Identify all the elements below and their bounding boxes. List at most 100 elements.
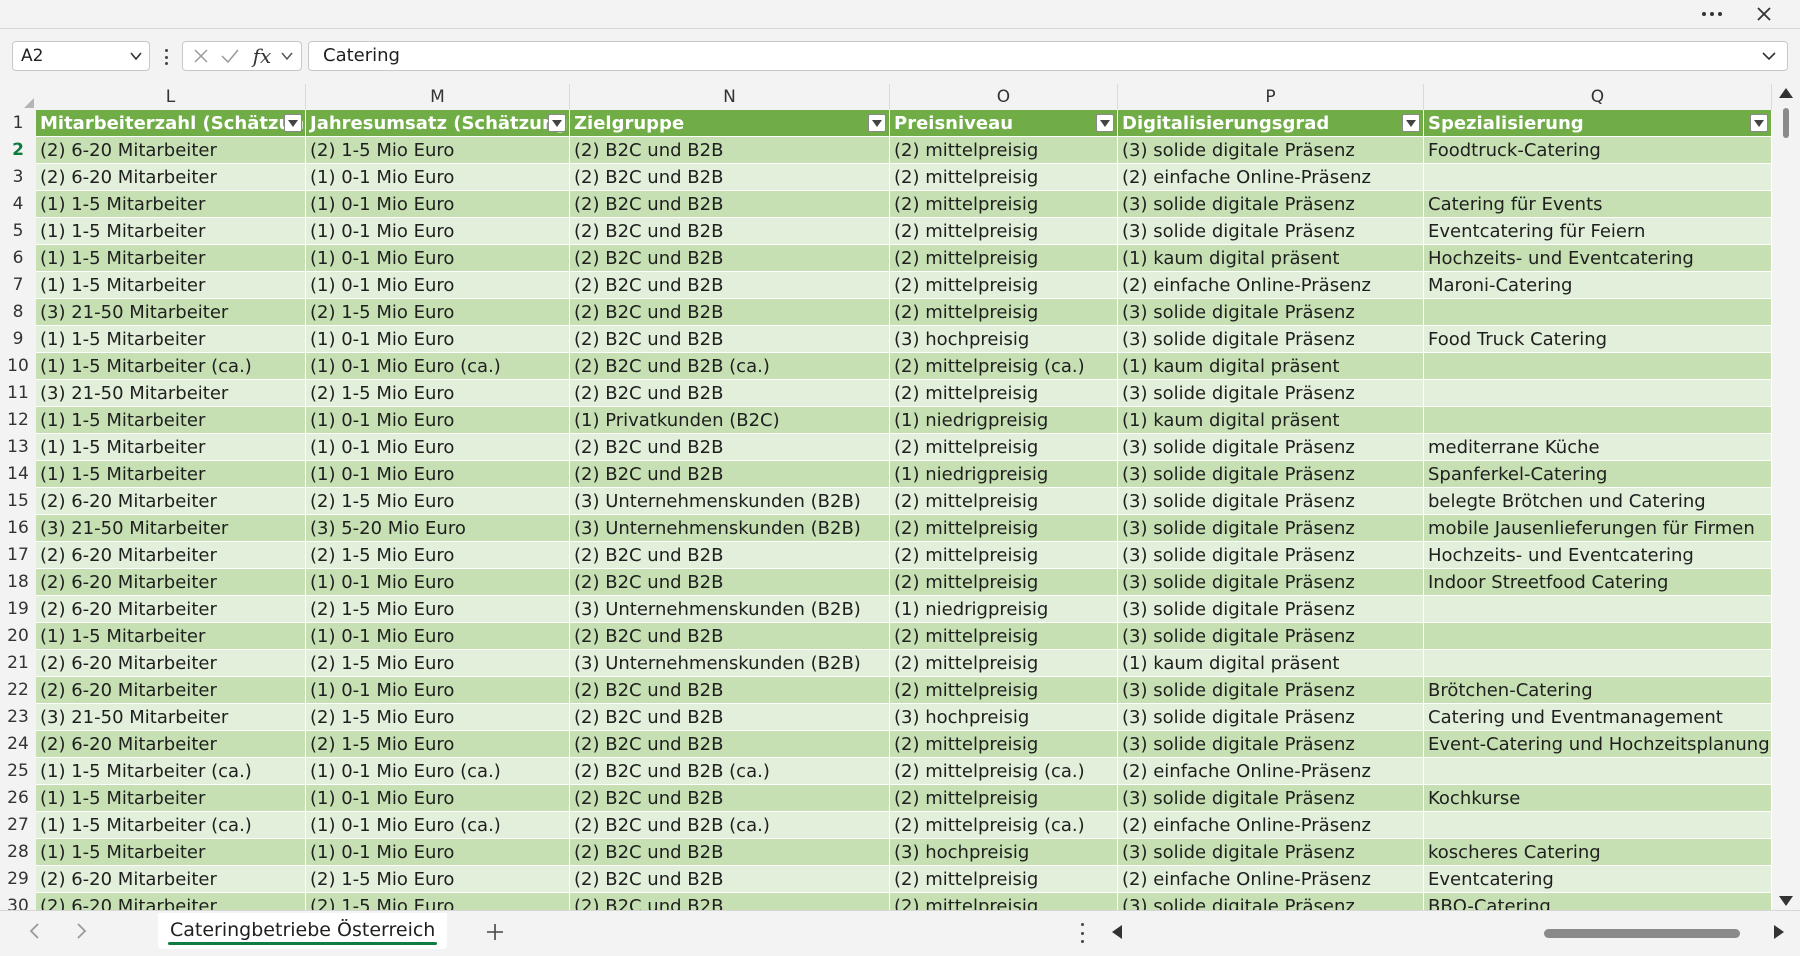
- table-cell[interactable]: (3) Unternehmenskunden (B2B): [570, 515, 890, 542]
- filter-dropdown-icon[interactable]: [548, 114, 566, 132]
- table-cell[interactable]: (2) 6-20 Mitarbeiter: [36, 731, 306, 758]
- table-cell[interactable]: (1) kaum digital präsent: [1118, 407, 1424, 434]
- row-number[interactable]: 30: [0, 893, 36, 910]
- formula-input[interactable]: Catering: [308, 41, 1788, 71]
- row-number[interactable]: 24: [0, 731, 36, 758]
- table-cell[interactable]: (2) 6-20 Mitarbeiter: [36, 677, 306, 704]
- table-cell[interactable]: (2) B2C und B2B: [570, 461, 890, 488]
- table-cell[interactable]: [1424, 650, 1772, 677]
- table-cell[interactable]: (2) 1-5 Mio Euro: [306, 893, 570, 910]
- table-cell[interactable]: (2) 1-5 Mio Euro: [306, 650, 570, 677]
- table-cell[interactable]: (3) 21-50 Mitarbeiter: [36, 299, 306, 326]
- table-cell[interactable]: (3) Unternehmenskunden (B2B): [570, 650, 890, 677]
- table-cell[interactable]: (3) solide digitale Präsenz: [1118, 569, 1424, 596]
- table-cell[interactable]: (3) solide digitale Präsenz: [1118, 623, 1424, 650]
- row-number[interactable]: 23: [0, 704, 36, 731]
- sheet-tab-active[interactable]: Cateringbetriebe Österreich: [158, 913, 448, 949]
- table-cell[interactable]: (3) 21-50 Mitarbeiter: [36, 515, 306, 542]
- table-cell[interactable]: (1) 1-5 Mitarbeiter: [36, 272, 306, 299]
- table-cell[interactable]: (1) 1-5 Mitarbeiter: [36, 245, 306, 272]
- header-cell[interactable]: Preisniveau: [890, 110, 1118, 137]
- table-cell[interactable]: (2) B2C und B2B: [570, 245, 890, 272]
- table-cell[interactable]: (2) 1-5 Mio Euro: [306, 596, 570, 623]
- ellipsis-icon[interactable]: [1692, 0, 1732, 28]
- row-number[interactable]: 18: [0, 569, 36, 596]
- table-cell[interactable]: (1) 0-1 Mio Euro: [306, 461, 570, 488]
- table-cell[interactable]: (2) mittelpreisig: [890, 245, 1118, 272]
- table-cell[interactable]: (2) mittelpreisig: [890, 731, 1118, 758]
- column-header-L[interactable]: L: [36, 84, 306, 110]
- row-number[interactable]: 11: [0, 380, 36, 407]
- table-cell[interactable]: (3) solide digitale Präsenz: [1118, 218, 1424, 245]
- filter-dropdown-icon[interactable]: [1402, 114, 1420, 132]
- table-cell[interactable]: (2) mittelpreisig (ca.): [890, 758, 1118, 785]
- table-cell[interactable]: (3) solide digitale Präsenz: [1118, 893, 1424, 910]
- select-all-corner[interactable]: [0, 84, 36, 110]
- row-number[interactable]: 22: [0, 677, 36, 704]
- chevron-right-icon[interactable]: [76, 921, 88, 946]
- table-cell[interactable]: (3) 21-50 Mitarbeiter: [36, 704, 306, 731]
- table-cell[interactable]: (2) B2C und B2B: [570, 326, 890, 353]
- table-cell[interactable]: (1) 0-1 Mio Euro: [306, 272, 570, 299]
- row-number[interactable]: 8: [0, 299, 36, 326]
- close-icon[interactable]: [1744, 0, 1784, 28]
- table-cell[interactable]: (2) mittelpreisig: [890, 434, 1118, 461]
- table-cell[interactable]: belegte Brötchen und Catering: [1424, 488, 1772, 515]
- header-cell[interactable]: Digitalisierungsgrad: [1118, 110, 1424, 137]
- table-cell[interactable]: (2) 1-5 Mio Euro: [306, 866, 570, 893]
- table-cell[interactable]: mediterrane Küche: [1424, 434, 1772, 461]
- table-cell[interactable]: (2) 1-5 Mio Euro: [306, 299, 570, 326]
- table-cell[interactable]: (1) 0-1 Mio Euro: [306, 434, 570, 461]
- scroll-up-icon[interactable]: [1779, 88, 1793, 98]
- table-cell[interactable]: [1424, 353, 1772, 380]
- table-cell[interactable]: (1) niedrigpreisig: [890, 407, 1118, 434]
- table-cell[interactable]: [1424, 299, 1772, 326]
- table-cell[interactable]: (2) B2C und B2B (ca.): [570, 812, 890, 839]
- table-cell[interactable]: (2) 1-5 Mio Euro: [306, 380, 570, 407]
- table-cell[interactable]: (2) einfache Online-Präsenz: [1118, 272, 1424, 299]
- table-cell[interactable]: (2) mittelpreisig: [890, 785, 1118, 812]
- table-cell[interactable]: [1424, 596, 1772, 623]
- row-number[interactable]: 26: [0, 785, 36, 812]
- table-cell[interactable]: (2) 6-20 Mitarbeiter: [36, 164, 306, 191]
- name-box[interactable]: A2: [12, 41, 150, 71]
- table-cell[interactable]: (2) B2C und B2B: [570, 299, 890, 326]
- scroll-down-icon[interactable]: [1779, 896, 1793, 906]
- row-number[interactable]: 28: [0, 839, 36, 866]
- table-cell[interactable]: (2) B2C und B2B: [570, 542, 890, 569]
- table-cell[interactable]: Hochzeits- und Eventcatering: [1424, 542, 1772, 569]
- table-cell[interactable]: (1) 0-1 Mio Euro (ca.): [306, 758, 570, 785]
- row-number[interactable]: 7: [0, 272, 36, 299]
- table-cell[interactable]: (1) 0-1 Mio Euro: [306, 218, 570, 245]
- column-header-M[interactable]: M: [306, 84, 570, 110]
- insert-function-icon[interactable]: fx: [249, 42, 275, 70]
- table-cell[interactable]: (2) mittelpreisig: [890, 191, 1118, 218]
- table-cell[interactable]: Catering für Events: [1424, 191, 1772, 218]
- table-cell[interactable]: (1) kaum digital präsent: [1118, 245, 1424, 272]
- table-cell[interactable]: (2) 6-20 Mitarbeiter: [36, 893, 306, 910]
- table-cell[interactable]: (3) solide digitale Präsenz: [1118, 137, 1424, 164]
- table-cell[interactable]: (1) 0-1 Mio Euro: [306, 407, 570, 434]
- row-number[interactable]: 12: [0, 407, 36, 434]
- table-cell[interactable]: (3) solide digitale Präsenz: [1118, 542, 1424, 569]
- table-cell[interactable]: Hochzeits- und Eventcatering: [1424, 245, 1772, 272]
- table-cell[interactable]: (1) 1-5 Mitarbeiter (ca.): [36, 812, 306, 839]
- table-cell[interactable]: [1424, 758, 1772, 785]
- table-cell[interactable]: (2) 1-5 Mio Euro: [306, 137, 570, 164]
- enter-check-icon[interactable]: [219, 42, 241, 70]
- table-cell[interactable]: Event-Catering und Hochzeitsplanung: [1424, 731, 1772, 758]
- row-number[interactable]: 25: [0, 758, 36, 785]
- table-cell[interactable]: koscheres Catering: [1424, 839, 1772, 866]
- table-cell[interactable]: (2) mittelpreisig (ca.): [890, 353, 1118, 380]
- table-cell[interactable]: (2) mittelpreisig: [890, 272, 1118, 299]
- table-cell[interactable]: Catering und Eventmanagement: [1424, 704, 1772, 731]
- table-cell[interactable]: (1) 0-1 Mio Euro: [306, 164, 570, 191]
- filter-dropdown-icon[interactable]: [284, 114, 302, 132]
- row-number[interactable]: 14: [0, 461, 36, 488]
- horizontal-scroll-thumb[interactable]: [1544, 929, 1740, 938]
- row-number[interactable]: 17: [0, 542, 36, 569]
- table-cell[interactable]: (3) 21-50 Mitarbeiter: [36, 380, 306, 407]
- table-cell[interactable]: (1) 1-5 Mitarbeiter: [36, 461, 306, 488]
- add-sheet-icon[interactable]: [486, 917, 504, 947]
- table-cell[interactable]: (2) B2C und B2B: [570, 218, 890, 245]
